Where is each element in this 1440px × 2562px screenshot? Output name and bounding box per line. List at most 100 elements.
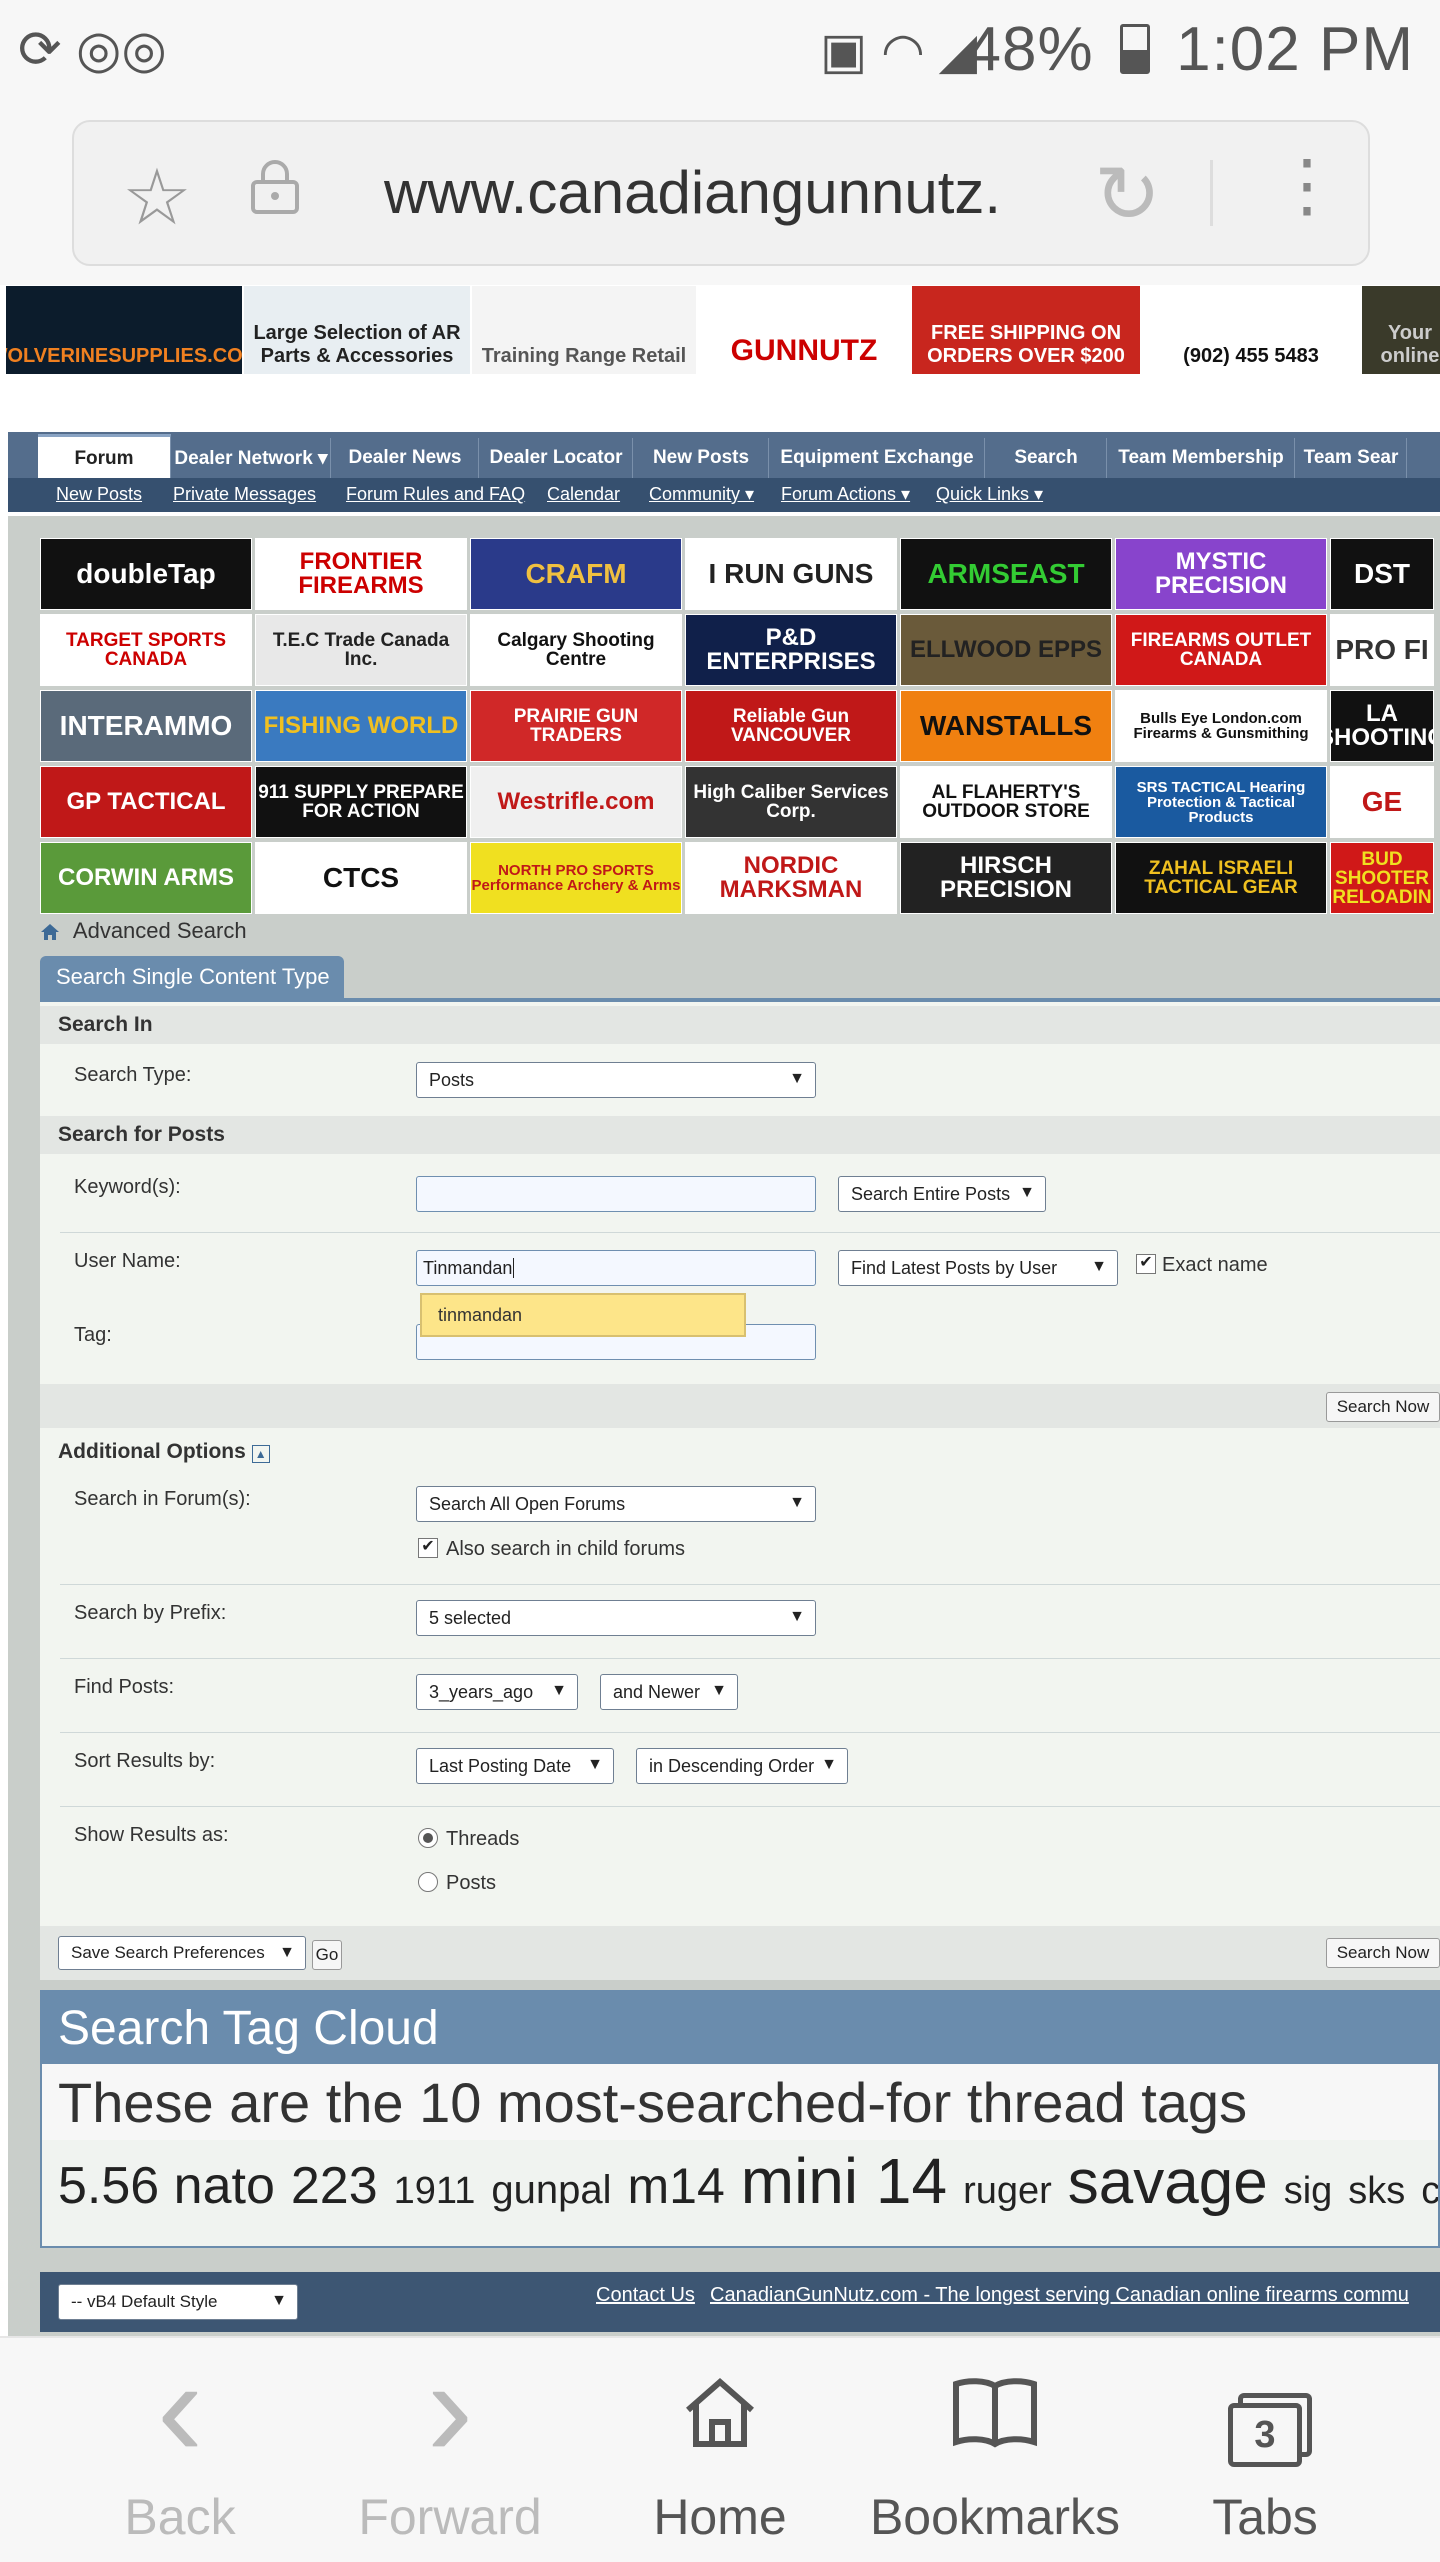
banner-ad[interactable]: Large Selection of AR Parts & Accessorie… — [244, 286, 470, 374]
sponsor-logo[interactable]: High Caliber Services Corp. — [685, 766, 897, 838]
sponsor-logo[interactable]: FRONTIER FIREARMS — [255, 538, 467, 610]
nav-tab[interactable]: New Posts — [634, 438, 769, 478]
search-now-button[interactable]: Search Now — [1326, 1392, 1440, 1422]
tag-link[interactable]: sks — [1348, 2170, 1405, 2212]
address-bar[interactable]: ☆ www.canadiangunnutz. ↻ ⋮ — [72, 120, 1370, 266]
tag-link[interactable]: ruger — [963, 2170, 1052, 2212]
sponsor-logo[interactable]: Calgary Shooting Centre — [470, 614, 682, 686]
tag-link[interactable]: sig — [1284, 2170, 1333, 2212]
go-button[interactable]: Go — [312, 1940, 342, 1970]
sponsor-logo[interactable]: P&D ENTERPRISES — [685, 614, 897, 686]
sponsor-logo[interactable]: LA SHOOTING — [1330, 690, 1434, 762]
sponsor-logo[interactable]: doubleTap — [40, 538, 252, 610]
sponsor-logo[interactable]: AL FLAHERTY'S OUTDOOR STORE — [900, 766, 1112, 838]
banner-ad[interactable]: Your online — [1362, 286, 1440, 374]
sub-nav-link[interactable]: Forum Rules and FAQ — [346, 484, 525, 505]
sponsor-logo[interactable]: HIRSCH PRECISION — [900, 842, 1112, 914]
keywords-scope-select[interactable]: Search Entire Posts ▼ — [838, 1176, 1046, 1212]
sort-order-select[interactable]: in Descending Order ▼ — [636, 1748, 848, 1784]
banner-ad[interactable]: FREE SHIPPING ON ORDERS OVER $200 — [912, 286, 1140, 374]
sponsor-logo[interactable]: CORWIN ARMS — [40, 842, 252, 914]
overflow-menu-icon[interactable]: ⋮ — [1272, 150, 1342, 220]
tag-link[interactable]: 5.56 nato — [58, 2157, 275, 2215]
sub-nav-link[interactable]: Calendar — [547, 484, 620, 505]
bottom-nav-forward[interactable]: › Forward — [340, 2338, 560, 2562]
username-input[interactable]: Tinmandan — [416, 1250, 816, 1286]
search-type-select[interactable]: Posts ▼ — [416, 1062, 816, 1098]
sponsor-logo[interactable]: T.E.C Trade Canada Inc. — [255, 614, 467, 686]
save-prefs-select[interactable]: Save Search Preferences ▼ — [58, 1936, 306, 1970]
sponsor-logo[interactable]: INTERAMMO — [40, 690, 252, 762]
sponsor-logo[interactable]: PRO FI — [1330, 614, 1434, 686]
tag-link[interactable]: savage — [1068, 2148, 1268, 2217]
sponsor-logo[interactable]: TARGET SPORTS CANADA — [40, 614, 252, 686]
radio-posts[interactable] — [418, 1872, 438, 1892]
search-now-button-bottom[interactable]: Search Now — [1326, 1938, 1440, 1968]
sponsor-logo[interactable]: I RUN GUNS — [685, 538, 897, 610]
sub-nav-link[interactable]: New Posts — [56, 484, 142, 505]
sponsor-logo[interactable]: FIREARMS OUTLET CANADA — [1115, 614, 1327, 686]
reload-icon[interactable]: ↻ — [1094, 148, 1161, 241]
sponsor-logo[interactable]: PRAIRIE GUN TRADERS — [470, 690, 682, 762]
sponsor-logo[interactable]: MYSTIC PRECISION — [1115, 538, 1327, 610]
sub-nav-link[interactable]: Private Messages — [173, 484, 316, 505]
tab-search-single-content[interactable]: Search Single Content Type — [40, 956, 344, 998]
sponsor-logo[interactable]: NORDIC MARKSMAN — [685, 842, 897, 914]
sponsor-logo[interactable]: DST — [1330, 538, 1434, 610]
nav-tab[interactable]: Forum — [38, 434, 171, 481]
nav-tab[interactable]: Team Membership — [1108, 438, 1295, 478]
username-autocomplete-item[interactable]: tinmandan — [420, 1293, 746, 1337]
sub-nav-link[interactable]: Forum Actions ▾ — [781, 484, 910, 505]
style-select[interactable]: -- vB4 Default Style ▼ — [58, 2284, 298, 2320]
nav-tab[interactable]: Dealer News — [332, 438, 479, 478]
sponsor-logo[interactable]: FISHING WORLD — [255, 690, 467, 762]
sponsor-logo[interactable]: Reliable Gun VANCOUVER — [685, 690, 897, 762]
url-text[interactable]: www.canadiangunnutz. — [384, 158, 1001, 227]
sponsor-logo[interactable]: ZAHAL ISRAELI TACTICAL GEAR — [1115, 842, 1327, 914]
contact-us-link[interactable]: Contact Us — [596, 2284, 695, 2307]
sponsor-logo[interactable]: GP TACTICAL — [40, 766, 252, 838]
keywords-input[interactable] — [416, 1176, 816, 1212]
tag-link[interactable]: mini 14 — [741, 2145, 947, 2217]
nav-tab[interactable]: Dealer Network ▾ — [172, 438, 331, 478]
sponsor-logo[interactable]: WANSTALLS — [900, 690, 1112, 762]
sponsor-logo[interactable]: CTCS — [255, 842, 467, 914]
banner-ad[interactable]: WOLVERINESUPPLIES.COM — [6, 286, 242, 374]
tag-link[interactable]: gunpal — [491, 2168, 611, 2212]
find-posts-select[interactable]: 3_years_ago ▼ — [416, 1674, 578, 1710]
sub-nav-link[interactable]: Quick Links ▾ — [936, 484, 1043, 505]
nav-tab[interactable]: Team Sear — [1296, 438, 1407, 478]
sponsor-logo[interactable]: 911 SUPPLY PREPARE FOR ACTION — [255, 766, 467, 838]
sponsor-logo[interactable]: GE — [1330, 766, 1434, 838]
bottom-nav-home[interactable]: Home — [620, 2338, 820, 2562]
tag-link[interactable]: 223 — [291, 2157, 378, 2215]
collapse-icon[interactable]: ▲ — [251, 1445, 270, 1463]
sponsor-logo[interactable]: CRAFM — [470, 538, 682, 610]
banner-ad[interactable]: GUNNUTZ — [698, 286, 910, 374]
radio-threads[interactable] — [418, 1828, 438, 1848]
bottom-nav-bookmarks[interactable]: Bookmarks — [855, 2338, 1135, 2562]
banner-ad[interactable]: Training Range Retail — [472, 286, 696, 374]
sub-nav-link[interactable]: Community ▾ — [649, 484, 754, 505]
home-icon[interactable] — [40, 923, 60, 941]
find-posts-direction-select[interactable]: and Newer ▼ — [600, 1674, 738, 1710]
sponsor-logo[interactable]: SRS TACTICAL Hearing Protection & Tactic… — [1115, 766, 1327, 838]
nav-tab[interactable]: Search — [986, 438, 1107, 478]
bottom-nav-tabs[interactable]: 3 Tabs — [1175, 2338, 1355, 2562]
tag-link[interactable]: 1911 — [394, 2170, 476, 2212]
exact-name-checkbox[interactable]: ✔ — [1136, 1254, 1156, 1274]
banner-ad[interactable]: (902) 455 5483 — [1142, 286, 1360, 374]
sponsor-logo[interactable]: Bulls Eye London.com Firearms & Gunsmith… — [1115, 690, 1327, 762]
sponsor-logo[interactable]: Westrifle.com — [470, 766, 682, 838]
sponsor-logo[interactable]: ELLWOOD EPPS — [900, 614, 1112, 686]
tag-link[interactable]: c — [1421, 2170, 1438, 2212]
site-home-link[interactable]: CanadianGunNutz.com - The longest servin… — [710, 2284, 1409, 2307]
prefix-select[interactable]: 5 selected ▼ — [416, 1600, 816, 1636]
sponsor-logo[interactable]: NORTH PRO SPORTS Performance Archery & A… — [470, 842, 682, 914]
forums-select[interactable]: Search All Open Forums ▼ — [416, 1486, 816, 1522]
nav-tab[interactable]: Equipment Exchange — [770, 438, 985, 478]
tag-link[interactable]: m14 — [627, 2158, 724, 2214]
bottom-nav-back[interactable]: ‹ Back — [70, 2338, 290, 2562]
sort-select[interactable]: Last Posting Date ▼ — [416, 1748, 614, 1784]
sponsor-logo[interactable]: BUD SHOOTER RELOADIN — [1330, 842, 1434, 914]
